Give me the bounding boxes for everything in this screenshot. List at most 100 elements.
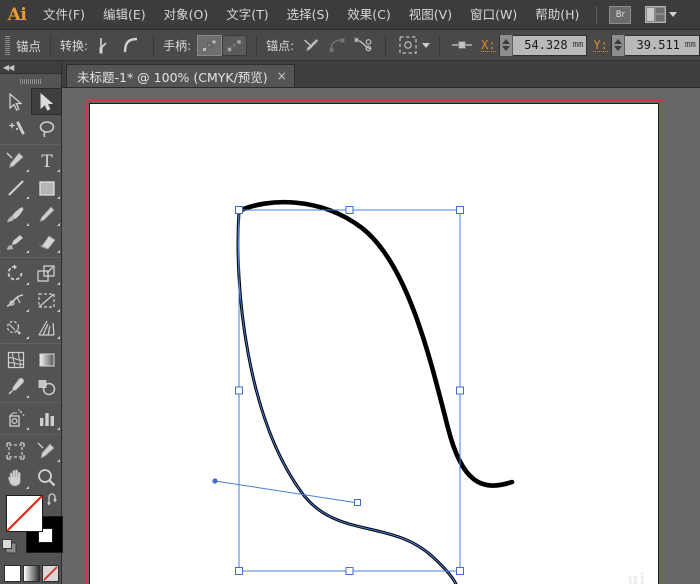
- document-tab-title: 未标题-1* @ 100% (CMYK/预览): [77, 69, 268, 85]
- cut-path-icon[interactable]: [352, 35, 374, 56]
- document-tab[interactable]: 未标题-1* @ 100% (CMYK/预览) ×: [66, 64, 295, 87]
- tool-hand[interactable]: [0, 464, 31, 491]
- collapse-panel-icon[interactable]: ◀◀: [3, 63, 14, 72]
- direction-handle-line: [214, 480, 359, 504]
- menu-bar: Ai 文件(F) 编辑(E) 对象(O) 文字(T) 选择(S) 效果(C) 视…: [0, 0, 700, 30]
- tool-selection[interactable]: [0, 88, 31, 115]
- toolbox-grid-transform: [0, 260, 61, 341]
- tool-blob-brush[interactable]: [0, 228, 31, 255]
- selected-anchor-point: [354, 499, 361, 506]
- toolbox-panel: ◀◀ T: [0, 61, 63, 584]
- toolbox-grid-paint: [0, 346, 61, 400]
- transform-handle-icon[interactable]: [451, 35, 473, 56]
- toolbox-divider-4: [0, 402, 61, 403]
- toolbox-divider-2: [0, 257, 61, 258]
- bbox-handles: [235, 206, 464, 575]
- hide-handles-button[interactable]: [222, 34, 248, 56]
- tool-line-segment[interactable]: [0, 174, 31, 201]
- x-coordinate-field[interactable]: 54.328 mm: [498, 34, 588, 56]
- y-coordinate-label: Y:: [593, 37, 608, 52]
- canvas-area[interactable]: ui: [62, 88, 700, 584]
- menu-select[interactable]: 选择(S): [278, 0, 339, 30]
- bridge-icon[interactable]: Br: [609, 5, 632, 24]
- y-coordinate-unit: mm: [684, 40, 696, 50]
- handle-toggle-group: [197, 34, 248, 56]
- connect-anchors-icon[interactable]: [326, 35, 348, 56]
- tool-mesh[interactable]: [0, 346, 31, 373]
- tool-artboard[interactable]: [0, 437, 31, 464]
- y-coordinate-field[interactable]: 39.511 mm: [610, 34, 700, 56]
- tool-blend[interactable]: [31, 373, 62, 400]
- menubar-divider: [596, 5, 598, 24]
- color-mode-row: [4, 565, 61, 582]
- control-divider-2: [153, 34, 155, 56]
- x-coordinate-unit: mm: [572, 40, 584, 50]
- tool-slice[interactable]: [31, 437, 62, 464]
- convert-to-smooth-icon[interactable]: [120, 35, 142, 56]
- tool-type[interactable]: T: [31, 147, 62, 174]
- artwork-layer: [212, 199, 515, 584]
- y-coordinate-value: 39.511: [636, 38, 680, 52]
- y-stepper[interactable]: [611, 34, 625, 56]
- tool-free-transform[interactable]: [31, 287, 62, 314]
- menu-type[interactable]: 文字(T): [217, 0, 277, 30]
- menu-edit[interactable]: 编辑(E): [94, 0, 155, 30]
- control-bar-grip[interactable]: [0, 30, 12, 61]
- tool-pen[interactable]: [0, 147, 31, 174]
- convert-to-corner-icon[interactable]: [94, 35, 116, 56]
- control-divider-1: [50, 34, 52, 56]
- default-fill-stroke-icon[interactable]: [2, 539, 17, 554]
- tool-magic-wand[interactable]: [0, 115, 31, 142]
- mode-color-button[interactable]: [4, 565, 21, 582]
- illustrator-window: Ai 文件(F) 编辑(E) 对象(O) 文字(T) 选择(S) 效果(C) 视…: [0, 0, 700, 584]
- toolbox-grid-symbol: [0, 405, 61, 432]
- fill-stroke-controls: [2, 493, 63, 559]
- x-coordinate-label: X:: [481, 37, 496, 52]
- toolbox-grip[interactable]: [0, 74, 61, 88]
- arrange-documents-button[interactable]: [645, 6, 678, 23]
- tool-eraser[interactable]: [31, 228, 62, 255]
- tool-shape-builder[interactable]: [0, 314, 31, 341]
- control-divider-5: [439, 34, 441, 56]
- align-chevron-down-icon[interactable]: [422, 42, 431, 48]
- tool-gradient[interactable]: [31, 346, 62, 373]
- tool-lasso[interactable]: [31, 115, 62, 142]
- tool-width[interactable]: [0, 287, 31, 314]
- app-logo-icon: Ai: [7, 4, 27, 25]
- tool-column-graph[interactable]: [31, 405, 62, 432]
- tool-zoom[interactable]: [31, 464, 62, 491]
- fill-swatch[interactable]: [6, 495, 43, 532]
- menu-object[interactable]: 对象(O): [155, 0, 218, 30]
- mode-gradient-button[interactable]: [23, 565, 40, 582]
- control-divider-4: [385, 34, 387, 56]
- tool-pencil[interactable]: [31, 201, 62, 228]
- toolbox-divider-1: [0, 144, 61, 145]
- tool-scale[interactable]: [31, 260, 62, 287]
- convert-label: 转换:: [60, 38, 89, 53]
- tool-rotate[interactable]: [0, 260, 31, 287]
- selection-bounding-box: [212, 206, 464, 584]
- tool-eyedropper[interactable]: [0, 373, 31, 400]
- close-icon[interactable]: ×: [277, 70, 287, 82]
- x-coordinate-value: 54.328: [524, 38, 568, 52]
- show-handles-button[interactable]: [197, 34, 223, 56]
- mode-none-button[interactable]: [42, 565, 59, 582]
- tool-direct-selection[interactable]: [31, 88, 62, 115]
- tool-symbol-sprayer[interactable]: [0, 405, 31, 432]
- tool-rectangle[interactable]: [31, 174, 62, 201]
- menu-help[interactable]: 帮助(H): [526, 0, 588, 30]
- remove-anchor-pen-icon[interactable]: [300, 35, 322, 56]
- chevron-down-icon: [669, 12, 678, 17]
- menu-effect[interactable]: 效果(C): [338, 0, 399, 30]
- x-stepper[interactable]: [499, 34, 513, 56]
- tool-paintbrush[interactable]: [0, 201, 31, 228]
- toolbox-header: ◀◀: [0, 61, 61, 74]
- align-dropdown-button[interactable]: [397, 35, 419, 56]
- toolbox-divider-3: [0, 343, 61, 344]
- menu-file[interactable]: 文件(F): [34, 0, 94, 30]
- arrange-documents-icon: [645, 6, 667, 23]
- menu-window[interactable]: 窗口(W): [461, 0, 526, 30]
- tool-perspective-grid[interactable]: [31, 314, 62, 341]
- menu-view[interactable]: 视图(V): [400, 0, 461, 30]
- swap-fill-stroke-icon[interactable]: [47, 493, 61, 509]
